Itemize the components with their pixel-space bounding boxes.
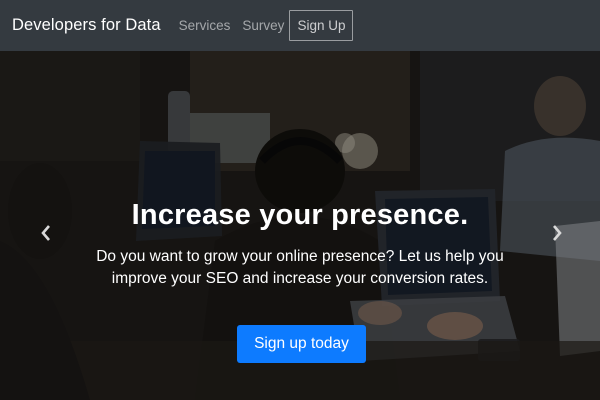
navbar: Developers for Data Services Survey Sign… (0, 0, 600, 51)
sign-up-today-button[interactable]: Sign up today (237, 325, 366, 363)
brand-logo-text[interactable]: Developers for Data (12, 16, 161, 35)
nav-link-survey[interactable]: Survey (242, 18, 284, 33)
hero-description: Do you want to grow your online presence… (96, 248, 504, 287)
hero-headline: Increase your presence. (131, 199, 469, 231)
hero-carousel: Increase your presence. Do you want to g… (0, 51, 600, 400)
nav-link-services[interactable]: Services (179, 18, 231, 33)
carousel-caption: Increase your presence. Do you want to g… (0, 51, 600, 400)
nav-links: Services Survey Sign Up (179, 10, 354, 41)
sign-up-nav-button[interactable]: Sign Up (289, 10, 354, 41)
